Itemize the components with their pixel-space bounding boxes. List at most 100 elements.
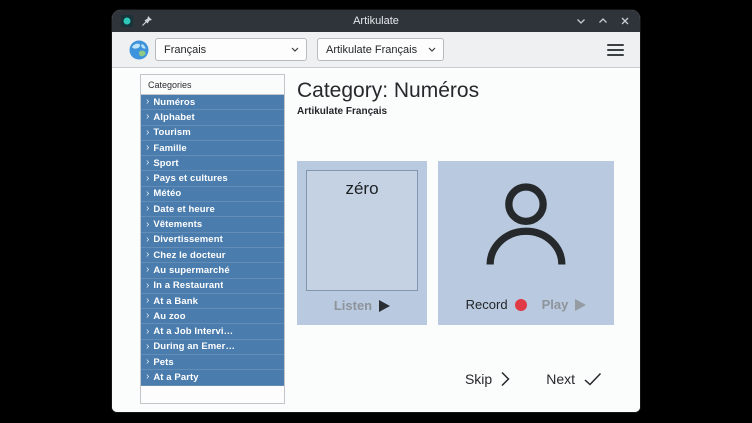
skip-button[interactable]: Skip	[465, 371, 510, 387]
chevron-right-icon: ›	[146, 327, 149, 337]
record-dot-icon	[515, 299, 527, 311]
category-item-tourism[interactable]: › Tourism	[141, 126, 284, 141]
play-triangle-icon	[575, 299, 586, 311]
category-label: Météo	[153, 188, 181, 199]
category-item-numeros[interactable]: › Numéros	[141, 95, 284, 110]
app-window: Artikulate Françai	[112, 10, 640, 412]
toolbar: Français Artikulate Français	[112, 32, 640, 68]
category-label: Pays et cultures	[153, 173, 227, 184]
category-item-during-an-emergency[interactable]: › During an Emer…	[141, 340, 284, 355]
category-item-date-et-heure[interactable]: ›Date et heure	[141, 202, 284, 217]
language-select[interactable]: Français	[155, 38, 307, 61]
chevron-right-icon: ›	[146, 158, 149, 168]
category-item-chez-le-docteur[interactable]: › Chez le docteur	[141, 248, 284, 263]
chevron-right-icon: ›	[146, 311, 149, 321]
categories-panel: Categories › Numéros › Alphabet › Tourism ›…	[140, 74, 285, 404]
next-button[interactable]: Next	[546, 371, 602, 387]
category-label: Date et heure	[153, 204, 215, 215]
next-label: Next	[546, 371, 575, 387]
chevron-right-icon: ›	[146, 143, 149, 153]
menu-icon[interactable]	[607, 44, 624, 56]
chevron-right-icon: ›	[146, 250, 149, 260]
categories-header: Categories	[141, 75, 284, 95]
category-item-in-a-restaurant[interactable]: › In a Restaurant	[141, 279, 284, 294]
course-select[interactable]: Artikulate Français	[317, 38, 444, 61]
category-item-au-supermarche[interactable]: › Au supermarché	[141, 263, 284, 278]
category-label: Sport	[153, 158, 178, 169]
play-button[interactable]: Play	[542, 297, 587, 312]
category-item-famille[interactable]: › Famille	[141, 141, 284, 156]
globe-icon	[128, 39, 150, 61]
next-check-icon	[584, 372, 602, 386]
category-label: At a Bank	[153, 296, 198, 307]
category-label: Alphabet	[153, 112, 194, 123]
category-item-vetements[interactable]: ›Vêtements	[141, 217, 284, 232]
pin-icon[interactable]	[140, 14, 154, 28]
desktop-background: Artikulate Françai	[0, 0, 752, 423]
chevron-right-icon: ›	[146, 189, 149, 199]
chevron-right-icon: ›	[146, 97, 149, 107]
training-cards: zéro Listen Record	[297, 161, 624, 325]
listen-label: Listen	[334, 298, 372, 313]
category-label: Au supermarché	[153, 265, 229, 276]
main-panel: Category: Numéros Artikulate Français zé…	[285, 71, 624, 412]
chevron-right-icon: ›	[146, 357, 149, 367]
category-label: In a Restaurant	[153, 280, 223, 291]
content-area: Categories › Numéros › Alphabet › Tourism ›…	[112, 68, 640, 412]
close-icon[interactable]	[618, 14, 632, 28]
record-controls: Record Play	[466, 297, 587, 315]
category-item-at-a-bank[interactable]: › At a Bank	[141, 294, 284, 309]
category-item-au-zoo[interactable]: › Au zoo	[141, 309, 284, 324]
category-label: Vêtements	[153, 219, 202, 230]
minimize-icon[interactable]	[574, 14, 588, 28]
titlebar: Artikulate	[112, 10, 640, 32]
chevron-down-icon	[428, 47, 436, 52]
person-icon	[474, 173, 578, 277]
category-item-meteo[interactable]: › Météo	[141, 187, 284, 202]
categories-list: › Numéros › Alphabet › Tourism › Famille › Sp…	[141, 95, 284, 403]
play-triangle-icon	[379, 300, 390, 312]
page-subtitle: Artikulate Français	[297, 106, 624, 117]
record-button[interactable]: Record	[466, 297, 527, 312]
record-label: Record	[466, 297, 508, 312]
chevron-right-icon: ›	[146, 174, 149, 184]
category-label: Pets	[153, 357, 173, 368]
category-label: Famille	[153, 143, 186, 154]
category-label: Au zoo	[153, 311, 185, 322]
category-label: Tourism	[153, 127, 190, 138]
chevron-right-icon: ›	[146, 296, 149, 306]
category-label: During an Emer…	[153, 341, 235, 352]
chevron-right-icon: ›	[146, 128, 149, 138]
category-item-sport[interactable]: › Sport	[141, 156, 284, 171]
category-item-pays-et-cultures[interactable]: › Pays et cultures	[141, 171, 284, 186]
course-select-value: Artikulate Français	[326, 44, 417, 56]
phrase-card: zéro Listen	[297, 161, 427, 325]
phrase-text: zéro	[306, 170, 418, 291]
chevron-right-icon: ›	[146, 372, 149, 382]
category-item-pets[interactable]: › Pets	[141, 355, 284, 370]
category-label: At a Party	[153, 372, 198, 383]
listen-button[interactable]: Listen	[306, 298, 418, 316]
page-title: Category: Numéros	[297, 79, 624, 103]
skip-label: Skip	[465, 371, 492, 387]
app-icon[interactable]	[120, 14, 134, 28]
chevron-right-icon: ›	[146, 281, 149, 291]
window-title: Artikulate	[112, 15, 640, 27]
navigation-row: Skip Next	[297, 371, 624, 387]
category-item-divertissement[interactable]: ›Divertissement	[141, 233, 284, 248]
maximize-icon[interactable]	[596, 14, 610, 28]
category-item-at-a-party[interactable]: › At a Party	[141, 370, 284, 385]
play-label: Play	[542, 297, 569, 312]
chevron-right-icon: ›	[146, 342, 149, 352]
chevron-down-icon	[291, 47, 299, 52]
category-label: Chez le docteur	[153, 250, 225, 261]
category-label: At a Job Intervi…	[153, 326, 233, 337]
record-card: Record Play	[438, 161, 614, 325]
category-label: Numéros	[153, 97, 195, 108]
skip-chevron-icon	[501, 371, 510, 387]
chevron-right-icon: ›	[146, 265, 149, 275]
category-item-alphabet[interactable]: › Alphabet	[141, 110, 284, 125]
category-item-at-a-job-interview[interactable]: › At a Job Intervi…	[141, 324, 284, 339]
chevron-right-icon: ›	[146, 112, 149, 122]
category-label: Divertissement	[153, 234, 223, 245]
